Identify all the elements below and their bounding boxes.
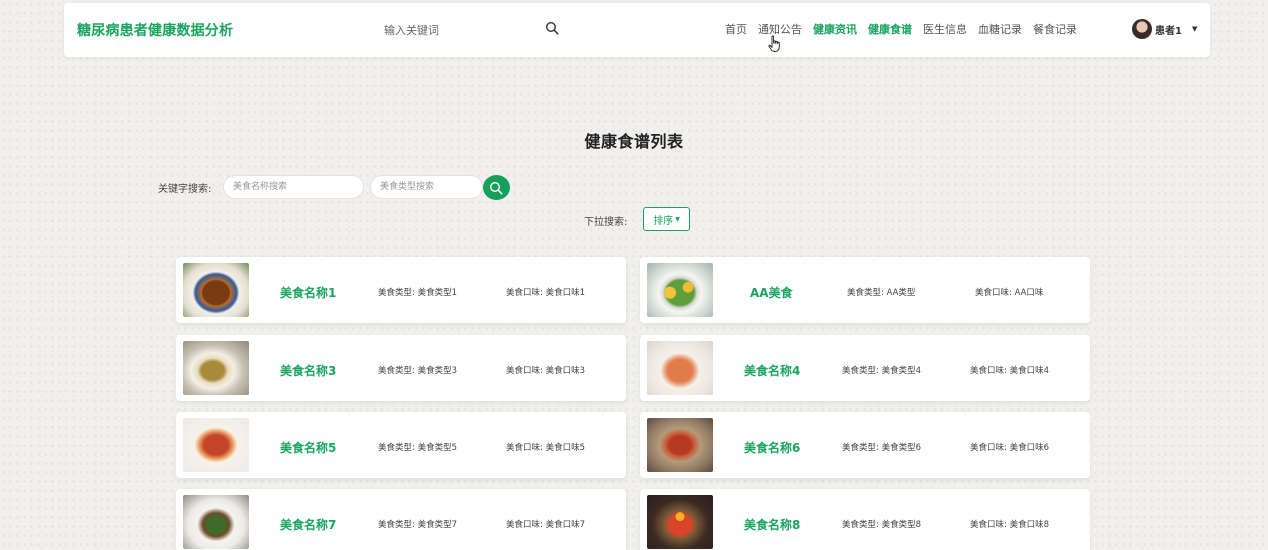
food-taste: 美食口味: 美食口味4 [970,366,1049,376]
chevron-down-icon: ▼ [1191,25,1198,33]
food-name: AA美食 [750,286,793,300]
food-name: 美食名称4 [744,364,801,378]
nav-health-recipes[interactable]: 健康食谱 [868,21,912,37]
food-type: 美食类型: 美食类型1 [378,288,457,298]
food-image [183,418,249,472]
food-name: 美食名称1 [280,286,337,300]
recipe-card[interactable]: 美食名称7 美食类型: 美食类型7 美食口味: 美食口味7 [176,489,626,550]
food-type: 美食类型: 美食类型3 [378,366,457,376]
food-taste: 美食口味: AA口味 [975,288,1044,298]
site-title[interactable]: 糖尿病患者健康数据分析 [77,20,233,40]
recipe-card[interactable]: 美食名称5 美食类型: 美食类型5 美食口味: 美食口味5 [176,412,626,478]
recipe-card[interactable]: 美食名称6 美食类型: 美食类型6 美食口味: 美食口味6 [640,412,1090,478]
hand-cursor-icon [768,35,780,52]
top-navbar: 糖尿病患者健康数据分析 首页 通知公告 健康资讯 健康食谱 医生信息 血糖记录 … [64,3,1210,57]
caret-down-icon: ▼ [675,215,680,223]
food-type-search-input[interactable] [370,175,483,199]
food-taste: 美食口味: 美食口味1 [506,288,585,298]
nav-home[interactable]: 首页 [725,21,747,37]
recipe-card[interactable]: 美食名称8 美食类型: 美食类型8 美食口味: 美食口味8 [640,489,1090,550]
search-icon [489,181,503,195]
food-name: 美食名称6 [744,441,801,455]
recipe-card[interactable]: 美食名称1 美食类型: 美食类型1 美食口味: 美食口味1 [176,257,626,323]
keyword-search-label: 关键字搜索: [158,184,212,195]
food-image [183,263,249,317]
nav-doctor-info[interactable]: 医生信息 [923,21,967,37]
food-type: 美食类型: 美食类型6 [842,443,921,453]
user-menu[interactable]: 患者1 ▼ [1132,19,1197,39]
user-name: 患者1 [1155,25,1182,37]
nav-health-news[interactable]: 健康资讯 [813,21,857,37]
food-taste: 美食口味: 美食口味6 [970,443,1049,453]
food-type: 美食类型: 美食类型8 [842,520,921,530]
food-image [183,495,249,549]
recipe-card[interactable]: 美食名称4 美食类型: 美食类型4 美食口味: 美食口味4 [640,335,1090,401]
header-search-input[interactable] [384,19,564,41]
food-taste: 美食口味: 美食口味5 [506,443,585,453]
recipe-card[interactable]: 美食名称3 美食类型: 美食类型3 美食口味: 美食口味3 [176,335,626,401]
avatar [1132,19,1152,39]
nav-meal-records[interactable]: 餐食记录 [1033,21,1077,37]
food-type: 美食类型: 美食类型7 [378,520,457,530]
food-type: 美食类型: AA类型 [847,288,916,298]
food-name: 美食名称5 [280,441,337,455]
food-name: 美食名称7 [280,518,337,532]
food-image [647,341,713,395]
recipe-card[interactable]: AA美食 美食类型: AA类型 美食口味: AA口味 [640,257,1090,323]
food-taste: 美食口味: 美食口味7 [506,520,585,530]
food-name: 美食名称8 [744,518,801,532]
food-image [647,495,713,549]
food-type: 美食类型: 美食类型4 [842,366,921,376]
food-image [647,418,713,472]
food-taste: 美食口味: 美食口味8 [970,520,1049,530]
sort-dropdown[interactable]: 排序 ▼ [643,207,690,231]
food-image [647,263,713,317]
page-title: 健康食谱列表 [584,132,684,151]
food-taste: 美食口味: 美食口味3 [506,366,585,376]
sort-label: 排序 [653,215,674,227]
food-image [183,341,249,395]
search-button[interactable] [483,175,510,200]
search-icon[interactable] [545,21,559,35]
food-name-search-input[interactable] [223,175,364,199]
food-type: 美食类型: 美食类型5 [378,443,457,453]
dropdown-search-label: 下拉搜索: [584,217,628,228]
food-name: 美食名称3 [280,364,337,378]
nav-blood-sugar-records[interactable]: 血糖记录 [978,21,1022,37]
